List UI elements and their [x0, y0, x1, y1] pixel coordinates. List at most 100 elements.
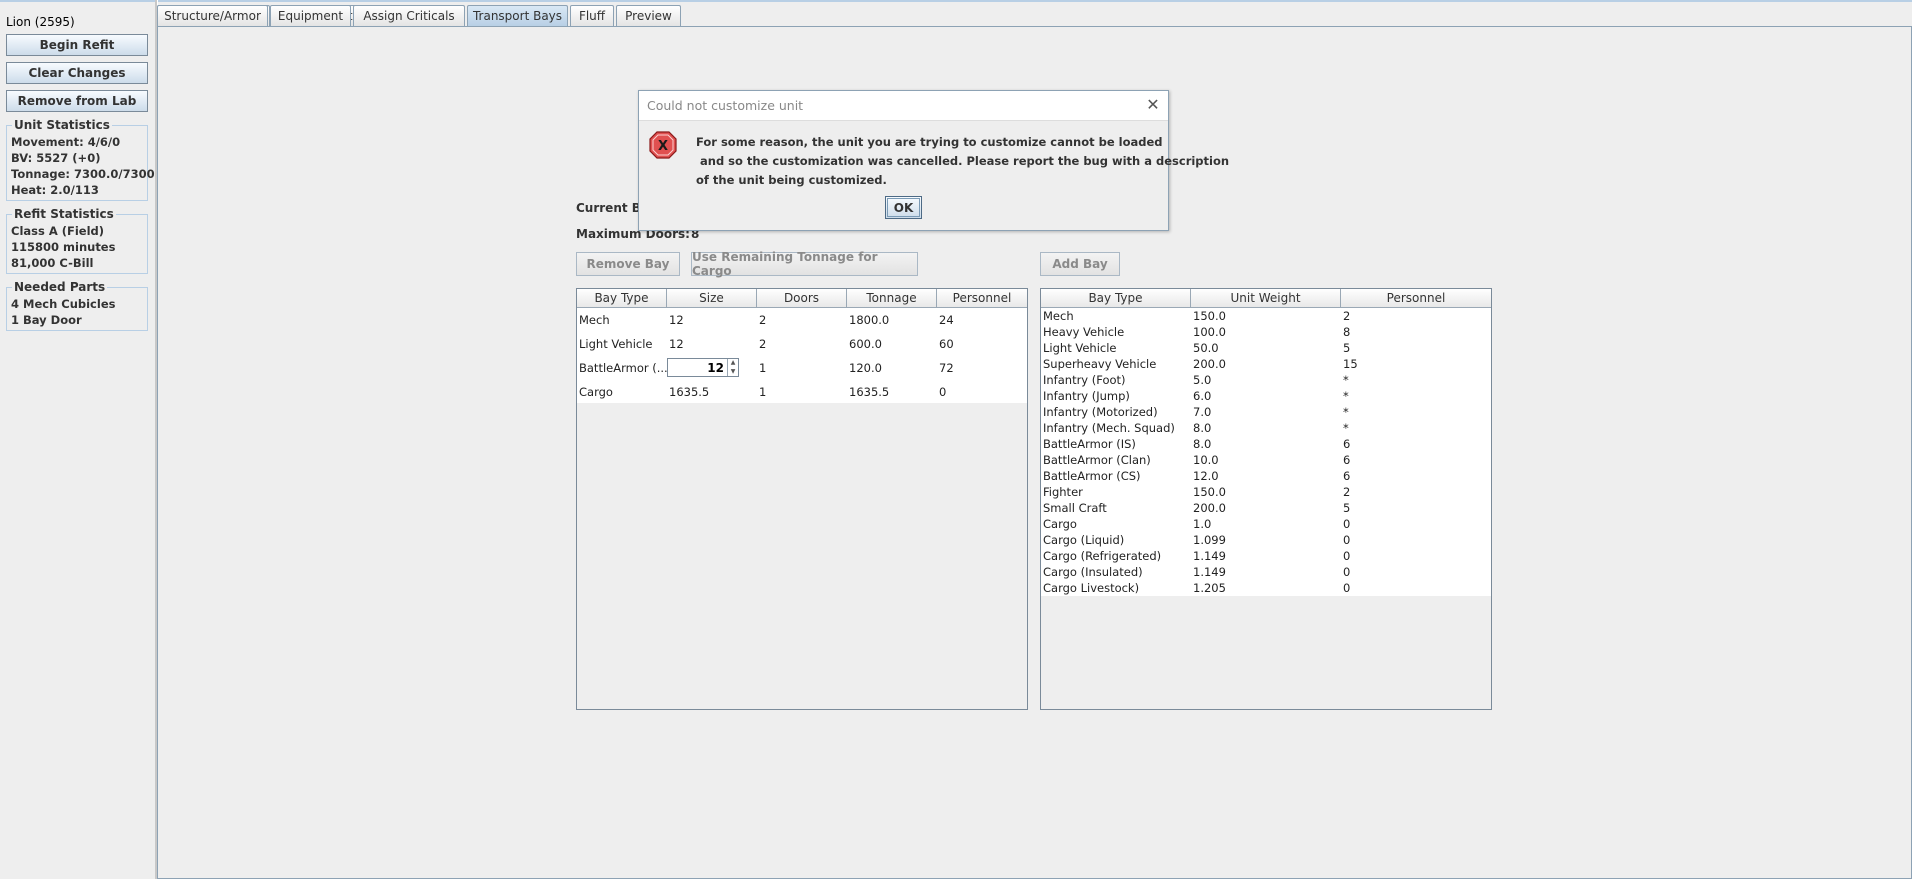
cell-personnel: 6 [1343, 437, 1351, 451]
refit-time: 115800 minutes [11, 240, 116, 254]
current-bays-table: Bay Type Size Doors Tonnage Personnel Me… [576, 288, 1028, 710]
cell-bay-type: Fighter [1043, 485, 1083, 499]
close-icon[interactable]: ✕ [1144, 95, 1162, 114]
cell-tonnage: 1635.5 [849, 384, 890, 399]
table-row[interactable]: Cargo (Liquid) 1.099 0 [1041, 532, 1491, 548]
cell-bay-type: Infantry (Foot) [1043, 373, 1126, 387]
cell-bay-type: BattleArmor (Clan) [1043, 453, 1151, 467]
cell-doors: 1 [759, 361, 767, 375]
table-row[interactable]: Cargo Livestock) 1.205 0 [1041, 580, 1491, 596]
column-header[interactable]: Personnel [937, 289, 1027, 308]
column-header[interactable]: Size [667, 289, 757, 308]
cell-doors: 2 [759, 313, 767, 327]
needed-parts-title: Needed Parts [12, 280, 108, 294]
bay-size-spinner-value[interactable]: 12 [707, 361, 727, 375]
cell-bay-type: Cargo [1043, 517, 1077, 531]
column-header[interactable]: Unit Weight [1191, 289, 1341, 308]
tab-structure-armor[interactable]: Structure/Armor [157, 5, 268, 26]
table-row[interactable]: Mech 150.0 2 [1041, 308, 1491, 324]
needed-part-item: 1 Bay Door [11, 313, 82, 327]
available-bays-table: Bay Type Unit Weight Personnel Mech 150.0… [1040, 288, 1492, 710]
refit-statistics-group: Refit Statistics Class A (Field) 115800 … [6, 207, 148, 274]
cell-personnel: 0 [1343, 517, 1351, 531]
cell-personnel: 6 [1343, 453, 1351, 467]
dialog-titlebar[interactable]: Could not customize unit ✕ [639, 91, 1168, 121]
begin-refit-button[interactable]: Begin Refit [6, 34, 148, 56]
table-row[interactable]: Cargo (Refrigerated) 1.149 0 [1041, 548, 1491, 564]
dialog-message-line: For some reason, the unit you are trying… [696, 135, 1163, 149]
table-row[interactable]: BattleArmor (IS) 8.0 6 [1041, 436, 1491, 452]
table-row[interactable]: Infantry (Mech. Squad) 8.0 * [1041, 420, 1491, 436]
remove-from-lab-button[interactable]: Remove from Lab [6, 90, 148, 112]
column-header[interactable]: Tonnage [847, 289, 937, 308]
refit-cost: 81,000 C-Bill [11, 256, 94, 270]
refit-statistics-title: Refit Statistics [12, 207, 116, 221]
table-row[interactable]: Cargo 1.0 0 [1041, 516, 1491, 532]
cell-personnel: * [1343, 389, 1349, 403]
cell-bay-type: Small Craft [1043, 501, 1107, 515]
cell-personnel: 5 [1343, 341, 1351, 355]
table-row[interactable]: Light Vehicle 12 2 600.0 60 [577, 332, 1027, 356]
table-row[interactable]: Superheavy Vehicle 200.0 15 [1041, 356, 1491, 372]
table-row[interactable]: Small Craft 200.0 5 [1041, 500, 1491, 516]
cell-unit-weight: 7.0 [1193, 405, 1212, 419]
cell-unit-weight: 6.0 [1193, 389, 1212, 403]
dialog-message-line: of the unit being customized. [696, 173, 887, 187]
column-header[interactable]: Bay Type [577, 289, 667, 308]
cell-doors: 2 [759, 337, 767, 351]
cell-unit-weight: 200.0 [1193, 501, 1226, 515]
tab-transport-bays[interactable]: Transport Bays [467, 5, 568, 26]
column-header[interactable]: Doors [757, 289, 847, 308]
remove-bay-button[interactable]: Remove Bay [576, 252, 680, 276]
cell-tonnage: 600.0 [849, 337, 882, 351]
add-bay-button[interactable]: Add Bay [1040, 252, 1120, 276]
table-row[interactable]: Infantry (Jump) 6.0 * [1041, 388, 1491, 404]
column-header[interactable]: Personnel [1341, 289, 1491, 308]
cell-unit-weight: 1.149 [1193, 565, 1226, 579]
spin-up-icon[interactable]: ▲ [728, 359, 738, 368]
cell-bay-type: Cargo Livestock) [1043, 581, 1140, 595]
clear-changes-button[interactable]: Clear Changes [6, 62, 148, 84]
cell-personnel: 2 [1343, 485, 1351, 499]
cell-personnel: 8 [1343, 325, 1351, 339]
tab-assign-criticals[interactable]: Assign Criticals [353, 5, 465, 26]
cell-bay-type: Superheavy Vehicle [1043, 357, 1157, 371]
cell-unit-weight: 200.0 [1193, 357, 1226, 371]
bay-size-spinner[interactable]: 12 ▲ ▼ [667, 358, 739, 377]
table-row[interactable]: BattleArmor (... 1 120.0 72 12 ▲ ▼ [577, 356, 1027, 380]
cell-unit-weight: 100.0 [1193, 325, 1226, 339]
spinner-arrows[interactable]: ▲ ▼ [727, 359, 738, 376]
ok-button[interactable]: OK [885, 196, 922, 219]
tab-equipment[interactable]: Equipment [270, 5, 351, 26]
cell-unit-weight: 5.0 [1193, 373, 1212, 387]
cell-personnel: 0 [1343, 533, 1351, 547]
table-row[interactable]: BattleArmor (CS) 12.0 6 [1041, 468, 1491, 484]
table-row[interactable]: Cargo (Insulated) 1.149 0 [1041, 564, 1491, 580]
error-icon: X [649, 131, 677, 159]
table-row[interactable]: Mech 12 2 1800.0 24 [577, 308, 1027, 332]
table-row[interactable]: Infantry (Foot) 5.0 * [1041, 372, 1491, 388]
cell-tonnage: 120.0 [849, 361, 882, 375]
needed-part-item: 4 Mech Cubicles [11, 297, 116, 311]
cell-bay-type: Cargo (Insulated) [1043, 565, 1143, 579]
table-header: Bay Type Unit Weight Personnel [1041, 289, 1491, 308]
spin-down-icon[interactable]: ▼ [728, 368, 738, 377]
tab-fluff[interactable]: Fluff [570, 5, 614, 26]
table-row[interactable]: BattleArmor (Clan) 10.0 6 [1041, 452, 1491, 468]
table-row[interactable]: Fighter 150.0 2 [1041, 484, 1491, 500]
table-row[interactable]: Infantry (Motorized) 7.0 * [1041, 404, 1491, 420]
table-row[interactable]: Cargo 1635.5 1 1635.5 0 [577, 380, 1027, 403]
cell-bay-type: Light Vehicle [579, 337, 653, 351]
tab-preview[interactable]: Preview [616, 5, 681, 26]
table-row[interactable]: Heavy Vehicle 100.0 8 [1041, 324, 1491, 340]
use-remaining-tonnage-button[interactable]: Use Remaining Tonnage for Cargo [691, 250, 918, 278]
cell-bay-type: Cargo (Refrigerated) [1043, 549, 1162, 563]
table-row[interactable]: Light Vehicle 50.0 5 [1041, 340, 1491, 356]
cell-personnel: * [1343, 421, 1349, 435]
cell-personnel: 72 [939, 361, 954, 375]
cell-personnel: 60 [939, 337, 954, 351]
needed-parts-group: Needed Parts 4 Mech Cubicles 1 Bay Door [6, 280, 148, 331]
tonnage-stat: Tonnage: 7300.0/7300.0 [11, 167, 167, 181]
column-header[interactable]: Bay Type [1041, 289, 1191, 308]
cell-unit-weight: 150.0 [1193, 309, 1226, 323]
